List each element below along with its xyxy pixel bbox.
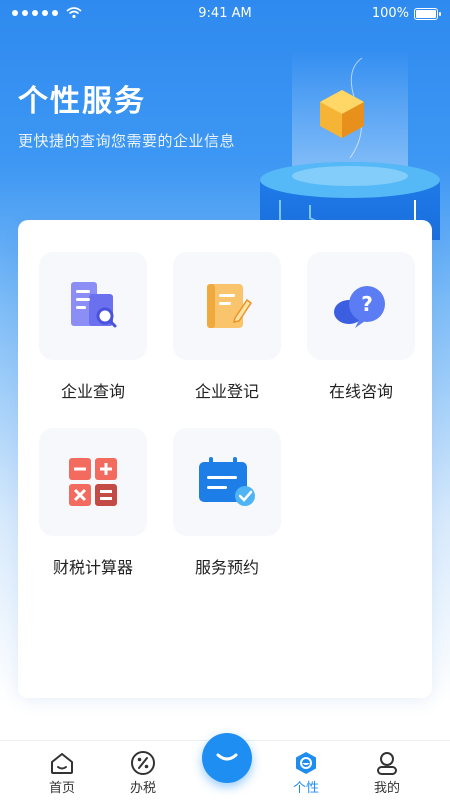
service-registration[interactable]: 企业登记 [172,252,282,402]
tab-label: 首页 [48,781,75,796]
tab-personal[interactable]: 个性 [271,749,341,796]
consult-tile[interactable]: ? [307,252,415,360]
appointment-tile[interactable] [173,428,281,536]
registration-tile[interactable] [173,252,281,360]
tax-percent-icon [131,751,155,775]
tab-mine[interactable]: 我的 [352,749,422,796]
service-consult[interactable]: ? 在线咨询 [306,252,416,402]
tab-label: 我的 [373,781,400,796]
calendar-check-icon [199,457,255,506]
status-bar: 9:41 AM 100% [0,0,450,28]
center-action-button[interactable] [202,733,252,783]
company-search-icon [71,282,117,328]
service-label: 服务预约 [194,558,259,577]
personal-icon [296,752,316,774]
calculator-tile[interactable] [39,428,147,536]
service-label: 在线咨询 [328,382,393,401]
page-title: 个性服务 [18,84,146,119]
battery-percent: 100% [371,6,409,21]
consult-chat-icon: ? [334,286,385,328]
tab-label: 个性 [292,781,319,796]
calculator-icon [69,458,117,506]
user-icon [377,752,397,775]
home-icon [51,753,73,774]
services-card: 企业查询 企业登记 ? 在线咨询 财税计算器 服务预约 [18,220,432,698]
service-label: 企业查询 [60,382,125,401]
page-subtitle: 更快捷的查询您需要的企业信息 [18,132,236,150]
company-search-tile[interactable] [39,252,147,360]
tab-tax[interactable]: 办税 [108,749,178,796]
hero-cube-illustration [260,50,440,240]
service-appointment[interactable]: 服务预约 [172,428,282,578]
battery-icon [414,7,441,20]
service-label: 财税计算器 [52,558,133,577]
service-calculator[interactable]: 财税计算器 [38,428,148,578]
tab-home[interactable]: 首页 [27,749,97,796]
smile-icon [216,753,238,761]
tab-label: 办税 [129,781,156,796]
service-label: 企业登记 [194,382,259,401]
svg-text:?: ? [361,292,373,316]
registration-icon [207,284,253,328]
service-company-search[interactable]: 企业查询 [38,252,148,402]
